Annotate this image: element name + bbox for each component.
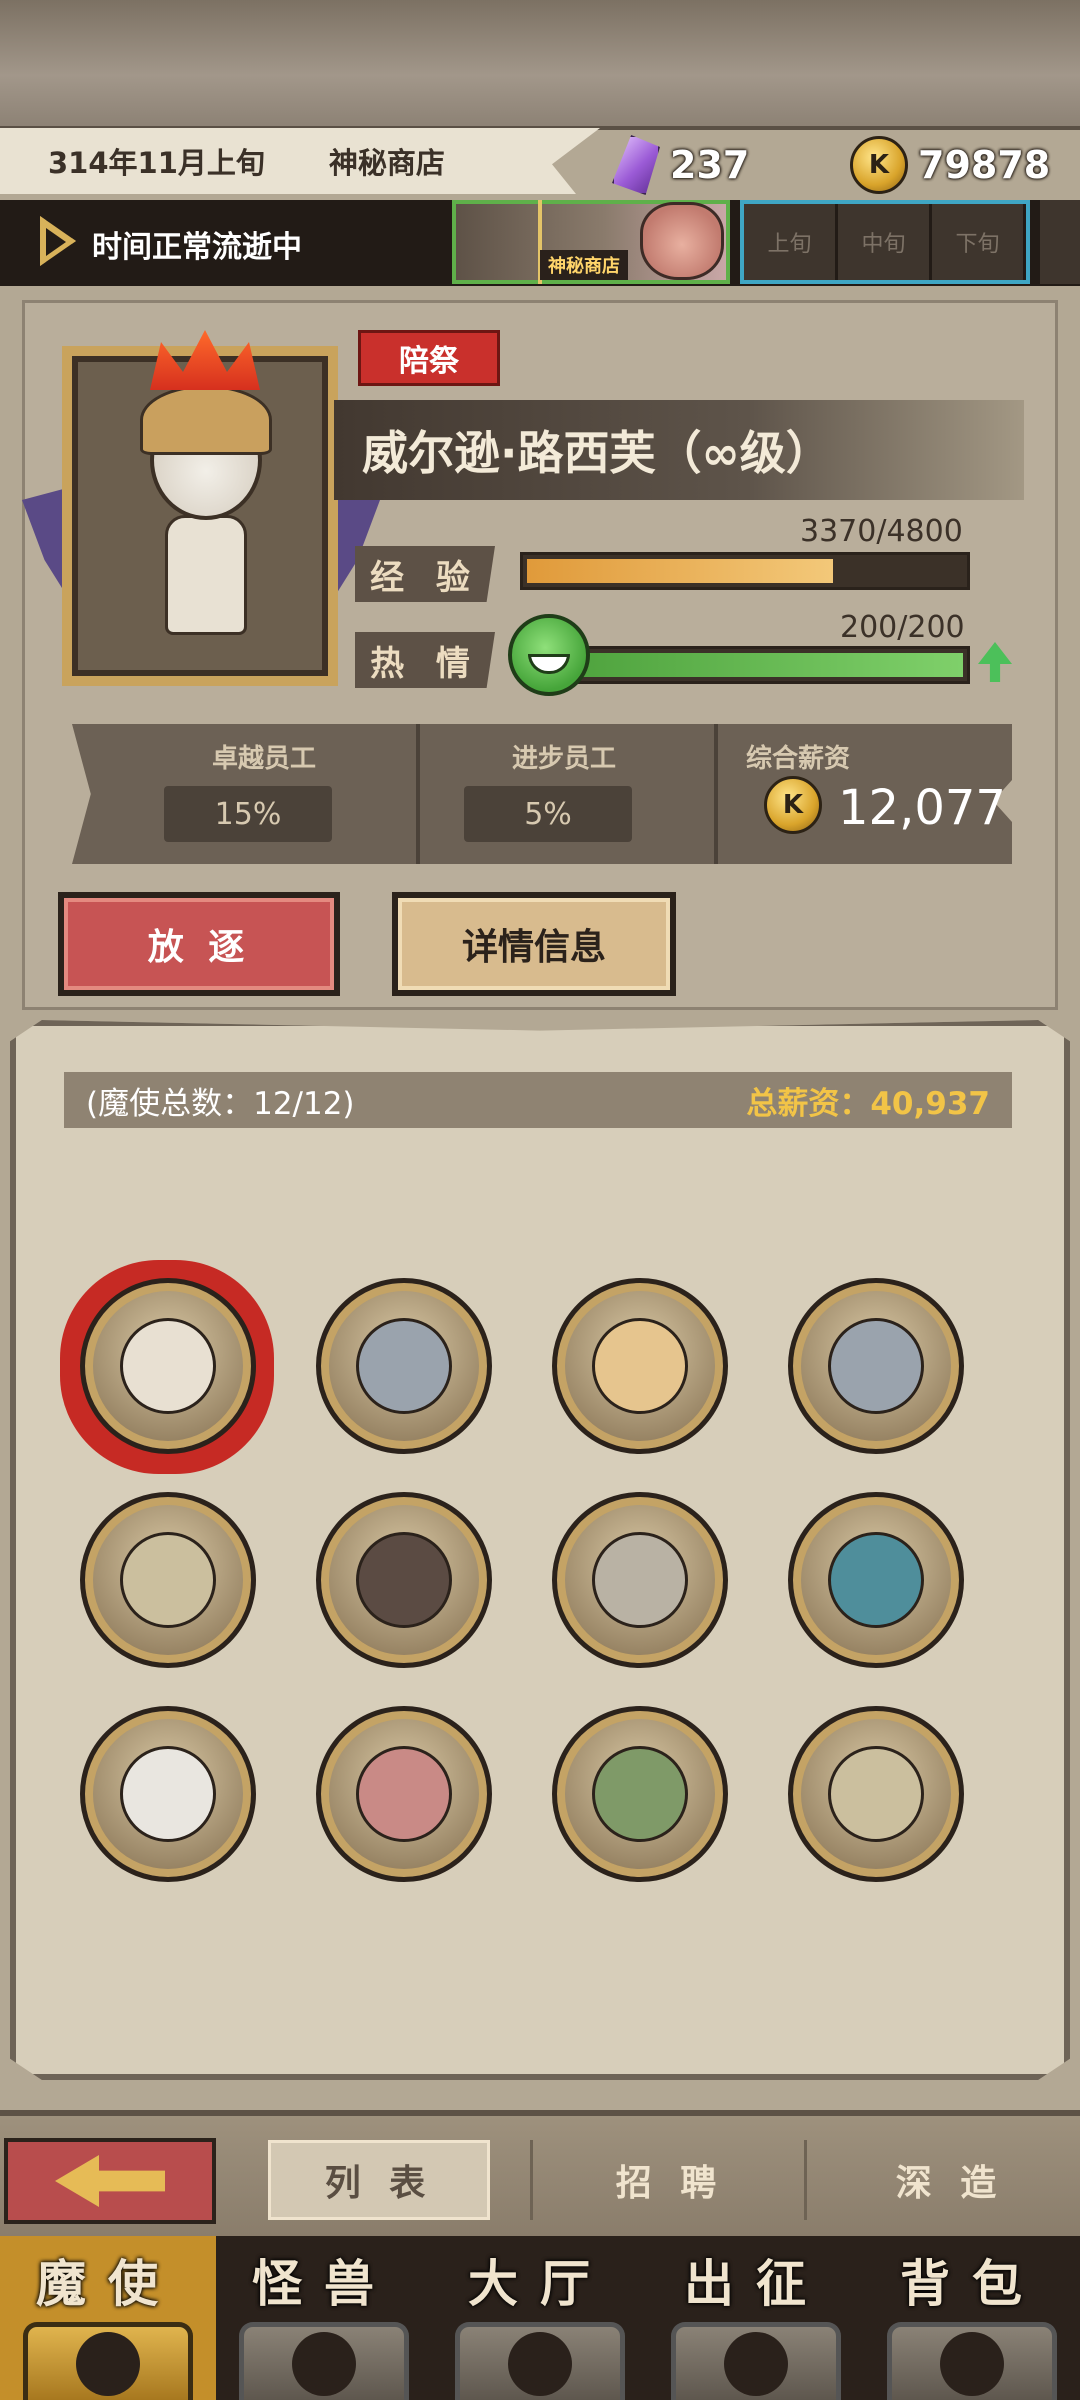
avatar-skull-warrior[interactable] — [552, 1492, 728, 1668]
avatar-face-icon — [356, 1746, 452, 1842]
avatar-armored-2[interactable] — [788, 1278, 964, 1454]
nav-monster[interactable]: 怪兽 — [216, 2236, 432, 2400]
tab-training[interactable]: 深 造 — [840, 2140, 1060, 2220]
backpack-icon — [887, 2322, 1057, 2400]
back-button[interactable] — [4, 2138, 216, 2224]
character-hair — [140, 385, 272, 455]
gem-count: 237 — [670, 143, 750, 187]
avatar-goblin[interactable] — [552, 1706, 728, 1882]
passion-value: 200/200 — [840, 610, 965, 645]
monster-icon — [239, 2322, 409, 2400]
excellent-title: 卓越员工 — [212, 744, 317, 774]
avatar-face-icon — [592, 1532, 688, 1628]
nav-expedition[interactable]: 出征 — [648, 2236, 864, 2400]
nav-hall[interactable]: 大厅 — [432, 2236, 648, 2400]
salary-title: 综合薪资 — [746, 744, 851, 774]
tab-list[interactable]: 列 表 — [268, 2140, 490, 2220]
nav-label: 魔使 — [36, 2255, 180, 2313]
gem-counter[interactable]: 237 — [612, 128, 749, 202]
period-early[interactable]: 上旬 — [744, 204, 838, 280]
top-scroll-banner — [0, 0, 1080, 130]
character-body — [165, 515, 247, 635]
progress-value: 5% — [464, 786, 632, 842]
avatar-hooded-mage[interactable] — [788, 1492, 964, 1668]
shop-thumbnail-label: 神秘商店 — [540, 250, 628, 280]
salary-coin-icon: K — [764, 776, 822, 834]
avatar-face-icon — [592, 1746, 688, 1842]
nav-label: 背包 — [900, 2255, 1044, 2313]
passion-bar-fill — [567, 653, 963, 677]
nav-backpack[interactable]: 背包 — [864, 2236, 1080, 2400]
exp-bar-fill — [527, 559, 834, 583]
avatar-face-icon — [592, 1318, 688, 1414]
passion-label: 热 情 — [355, 632, 495, 688]
salary-value: 12,077 — [838, 780, 1006, 836]
skull-icon — [23, 2322, 193, 2400]
date-banner: 314年11月上旬 神秘商店 — [0, 128, 600, 194]
hall-icon — [455, 2322, 625, 2400]
coin-icon: K — [850, 136, 908, 194]
passion-bar — [560, 646, 970, 684]
avatar-lion-1[interactable] — [80, 1492, 256, 1668]
date-text: 314年11月上旬 — [48, 146, 265, 180]
avatar-dark-girl[interactable] — [316, 1492, 492, 1668]
roster-header: (魔使总数：12/12) 总薪资：40,937 — [64, 1072, 1012, 1128]
time-status: 时间正常流逝中 — [92, 230, 302, 265]
avatar-white-hair[interactable] — [80, 1706, 256, 1882]
nav-label: 大厅 — [468, 2255, 612, 2313]
avatar-face-icon — [828, 1318, 924, 1414]
shopkeeper-face-icon — [640, 202, 724, 280]
detail-button[interactable]: 详情信息 — [392, 892, 676, 996]
exile-button[interactable]: 放 逐 — [58, 892, 340, 996]
tab-recruit[interactable]: 招 聘 — [560, 2140, 780, 2220]
exp-value: 3370/4800 — [800, 514, 963, 549]
period-late[interactable]: 下旬 — [932, 204, 1026, 280]
coin-counter[interactable]: K 79878 — [850, 128, 1050, 202]
coin-count: 79878 — [918, 143, 1051, 187]
avatar-witch[interactable] — [552, 1278, 728, 1454]
roster-count: (魔使总数：12/12) — [86, 1085, 355, 1122]
avatar-face-icon — [120, 1318, 216, 1414]
period-selector: 上旬 中旬 下旬 — [740, 200, 1030, 284]
location-text: 神秘商店 — [328, 146, 445, 180]
nav-label: 怪兽 — [252, 2255, 396, 2313]
avatar-eye-creature[interactable] — [316, 1706, 492, 1882]
exp-bar — [520, 552, 970, 590]
exp-label: 经 验 — [355, 546, 495, 602]
avatar-face-icon — [828, 1746, 924, 1842]
role-badge: 陪祭 — [358, 330, 500, 386]
expedition-icon — [671, 2322, 841, 2400]
avatar-face-icon — [120, 1532, 216, 1628]
nav-label: 出征 — [684, 2255, 828, 2313]
avatar-face-icon — [120, 1746, 216, 1842]
progress-title: 进步员工 — [512, 744, 617, 774]
avatar-lion-2[interactable] — [788, 1706, 964, 1882]
roster-total-salary: 总薪资：40,937 — [746, 1085, 990, 1122]
nav-demon-envoy[interactable]: 魔使 — [0, 2236, 216, 2400]
avatar-lucifer[interactable] — [80, 1278, 256, 1454]
period-middle[interactable]: 中旬 — [838, 204, 932, 280]
character-name: 威尔逊·路西芙（∞级） — [334, 400, 1024, 500]
avatar-face-icon — [356, 1318, 452, 1414]
avatar-armored-1[interactable] — [316, 1278, 492, 1454]
back-arrow-icon — [55, 2155, 165, 2207]
excellent-value: 15% — [164, 786, 332, 842]
avatar-face-icon — [828, 1532, 924, 1628]
gem-icon — [612, 135, 660, 195]
avatar-face-icon — [356, 1532, 452, 1628]
